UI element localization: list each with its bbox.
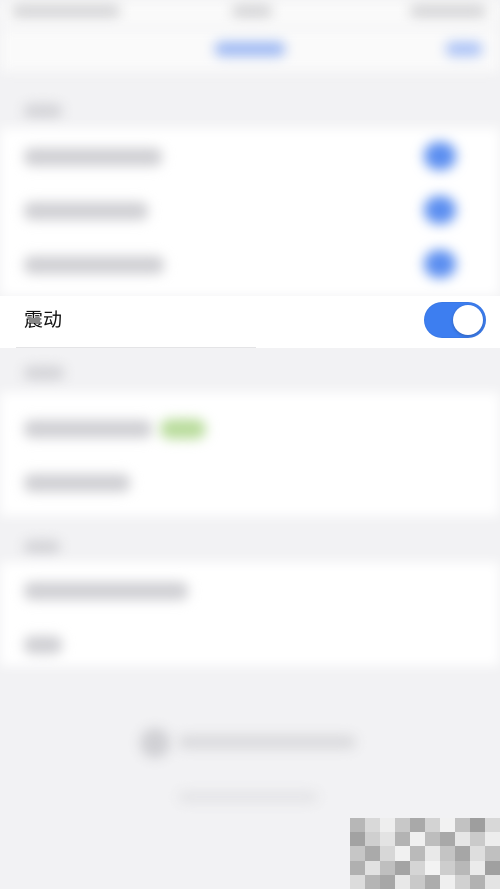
- nav-action-button[interactable]: [446, 42, 482, 56]
- section-header-1: [24, 104, 62, 118]
- status-time: [12, 4, 120, 18]
- setting-row-3-label: [24, 256, 164, 274]
- setting-row-1-label: [24, 148, 162, 166]
- toggle-knob: [453, 305, 483, 335]
- setting-row-3-toggle[interactable]: [424, 250, 456, 278]
- settings-card-3: [0, 562, 500, 666]
- row-divider: [16, 347, 256, 348]
- footer-text: [178, 735, 356, 749]
- setting-row-7-label: [24, 636, 62, 654]
- status-center: [232, 4, 272, 18]
- settings-card-2: [0, 392, 500, 516]
- new-badge: [160, 419, 206, 439]
- setting-row-2-toggle[interactable]: [424, 196, 456, 224]
- section-header-3: [24, 540, 60, 554]
- thumbnail-pixels: [350, 818, 500, 889]
- status-battery: [410, 4, 486, 18]
- blurred-thumbnail: [350, 818, 500, 889]
- footer-icon: [140, 728, 170, 758]
- setting-row-4-label: [24, 420, 152, 438]
- setting-row-6-label: [24, 582, 188, 600]
- section-header-2: [24, 366, 64, 380]
- footer-subtext: [178, 792, 318, 802]
- setting-row-5-label: [24, 474, 130, 492]
- setting-row-2-label: [24, 202, 148, 220]
- vibration-label: 震动: [24, 309, 63, 331]
- vibration-toggle[interactable]: [424, 302, 486, 338]
- nav-title: [215, 42, 285, 56]
- setting-row-1-toggle[interactable]: [424, 142, 456, 170]
